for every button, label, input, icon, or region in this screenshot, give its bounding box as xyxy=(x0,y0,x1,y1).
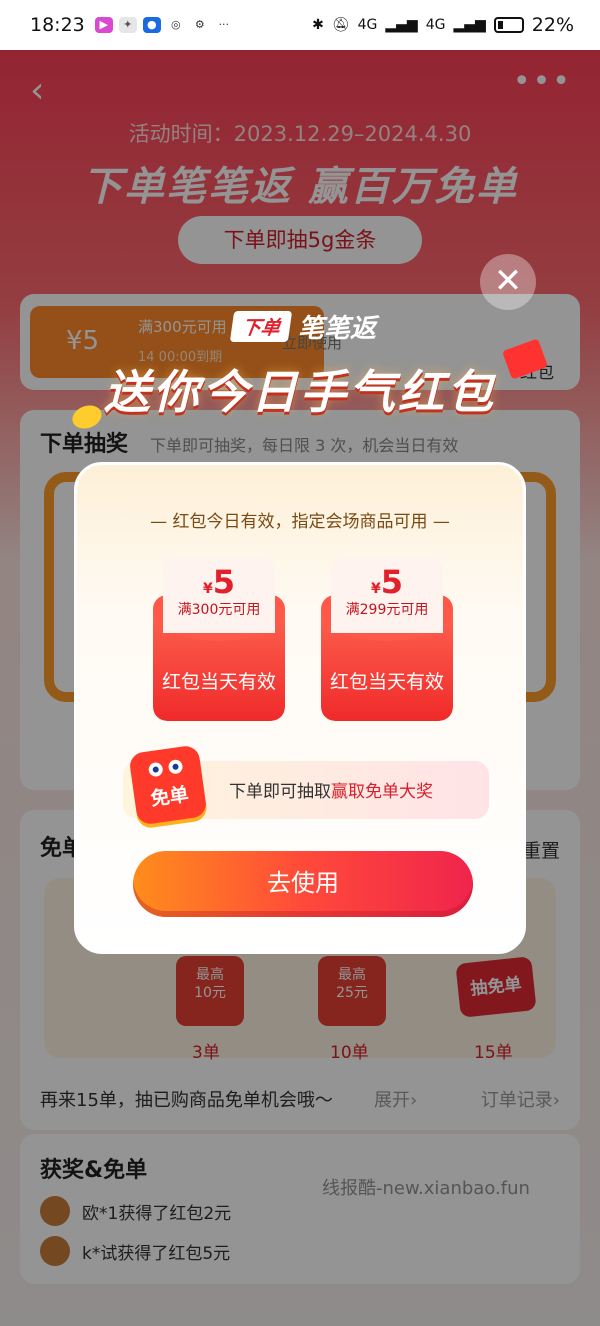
use-button[interactable]: 去使用 xyxy=(133,851,473,917)
brand-tag: 下单 xyxy=(229,311,293,342)
more-notifications-icon: ··· xyxy=(214,17,233,33)
redpacket-modal: — 红包今日有效，指定会场商品可用 — 红包当天有效 ¥5 满300元可用 红包… xyxy=(74,462,526,954)
packet-label: 红包当天有效 xyxy=(329,671,444,693)
packet-value-row: ¥5 xyxy=(331,563,443,601)
battery-icon xyxy=(493,17,524,33)
signal-icon-2: ▂▄▆ xyxy=(453,17,486,33)
mute-icon: 🔕︎ xyxy=(331,17,350,33)
packet-condition: 满299元可用 xyxy=(345,602,429,618)
packet-condition: 满300元可用 xyxy=(177,602,261,618)
signal-label-1: 4G xyxy=(357,17,378,33)
close-icon[interactable]: ✕ xyxy=(480,254,536,310)
video-app-icon: ▶ xyxy=(94,17,113,33)
bot-app-icon: ● xyxy=(142,17,161,33)
signal-icon-1: ▂▄▆ xyxy=(385,17,418,33)
red-packet[interactable]: 红包当天有效 ¥5 满300元可用 xyxy=(153,557,285,721)
banner-text: 下单即可抽取赢取免单大奖 xyxy=(229,777,433,802)
packet-currency: ¥ xyxy=(202,581,213,597)
signal-label-2: 4G xyxy=(425,17,446,33)
packet-value: 5 xyxy=(212,563,235,601)
packet-card: ¥5 满300元可用 xyxy=(163,557,275,633)
brand-row: 下单 笔笔返 xyxy=(229,308,377,345)
valid-note: — 红包今日有效，指定会场商品可用 — xyxy=(150,512,450,532)
watermark: 线报酷-new.xianbao.fun xyxy=(322,1178,530,1199)
red-packet[interactable]: 红包当天有效 ¥5 满299元可用 xyxy=(321,557,453,721)
battery-percent: 22% xyxy=(531,14,574,36)
wechat-icon: ◎ xyxy=(166,17,185,33)
packet-value: 5 xyxy=(380,563,403,601)
packet-currency: ¥ xyxy=(370,581,381,597)
mascot-eye xyxy=(167,758,184,775)
banner-text-highlight: 赢取免单大奖 xyxy=(331,782,433,802)
mascot-eye xyxy=(147,761,164,778)
packet-value-row: ¥5 xyxy=(163,563,275,601)
bluetooth-icon: ✱ xyxy=(312,17,324,33)
packet-card: ¥5 满299元可用 xyxy=(331,557,443,633)
notification-icons: ▶ ✦ ● ◎ ⚙ ··· xyxy=(94,17,233,33)
packet-label: 红包当天有效 xyxy=(161,671,276,693)
free-order-mascot-icon: 免单 xyxy=(128,744,208,826)
game-app-icon: ✦ xyxy=(118,17,137,33)
status-bar: 18:23 ▶ ✦ ● ◎ ⚙ ··· ✱ 🔕︎ 4G ▂▄▆ 4G ▂▄▆ 2… xyxy=(0,0,600,50)
settings-icon: ⚙ xyxy=(190,17,209,33)
mascot-label: 免单 xyxy=(149,783,191,811)
status-right: ✱ 🔕︎ 4G ▂▄▆ 4G ▂▄▆ 22% xyxy=(312,14,574,36)
brand-text: 笔笔返 xyxy=(298,314,377,344)
status-time: 18:23 xyxy=(30,14,85,36)
banner-text-plain: 下单即可抽取 xyxy=(229,782,331,802)
